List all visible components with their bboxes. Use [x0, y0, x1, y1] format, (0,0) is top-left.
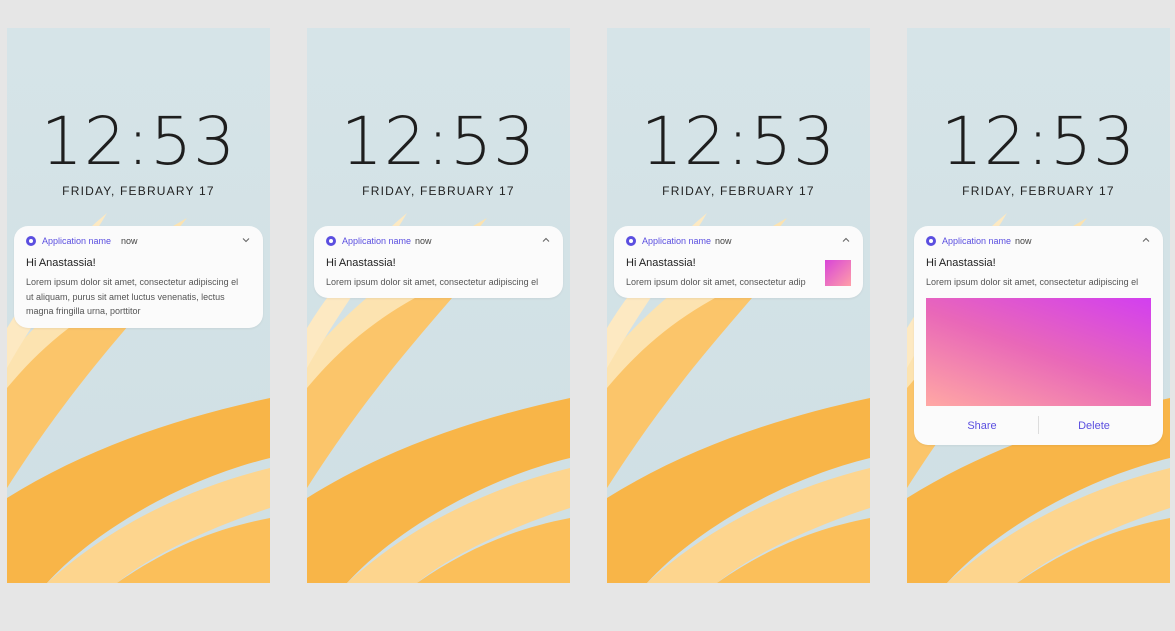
notification-header: Application name now — [314, 226, 563, 254]
notification-header: Application name now — [914, 226, 1163, 254]
share-button[interactable]: Share — [932, 420, 1032, 432]
chevron-up-icon[interactable] — [1141, 235, 1151, 245]
notification-body-line: magna fringilla urna, porttitor — [26, 306, 141, 316]
lock-screen-1: 12:53 FRIDAY, FEBRUARY 17 Application na… — [7, 28, 270, 583]
notification-time: now — [715, 236, 732, 246]
notification-body: Lorem ipsum dolor sit amet, consectetur … — [626, 277, 806, 287]
app-icon — [326, 236, 336, 246]
notification-body: Lorem ipsum dolor sit amet, consectetur … — [926, 277, 1139, 287]
clock-time: 12:53 — [940, 103, 1137, 180]
notification-image — [926, 298, 1151, 406]
notification-body-line: ut aliquam, purus sit amet luctus venena… — [26, 291, 225, 302]
notification-card[interactable]: Application name now Hi Anastassia! Lore… — [614, 226, 863, 298]
notification-header: Application name now — [614, 226, 863, 254]
app-name: Application name — [642, 236, 712, 246]
chevron-down-icon[interactable] — [241, 235, 251, 245]
notification-card[interactable]: Application name now Hi Anastassia! Lore… — [14, 226, 263, 328]
notification-card[interactable]: Application name now Hi Anastassia! Lore… — [314, 226, 563, 298]
notification-time: now — [1015, 236, 1032, 246]
clock-time: 12:53 — [640, 103, 837, 180]
clock-date: FRIDAY, FEBRUARY 17 — [662, 184, 815, 198]
lock-screen-4: 12:53 FRIDAY, FEBRUARY 17 Application na… — [907, 28, 1170, 583]
notification-title: Hi Anastassia! — [326, 257, 396, 269]
clock-date: FRIDAY, FEBRUARY 17 — [62, 184, 215, 198]
app-name: Application name — [42, 236, 112, 246]
notification-body-line: Lorem ipsum dolor sit amet, consectetur … — [26, 277, 239, 287]
lock-screen-3: 12:53 FRIDAY, FEBRUARY 17 Application na… — [607, 28, 870, 583]
app-icon — [626, 236, 636, 246]
lock-screen-2: 12:53 FRIDAY, FEBRUARY 17 Application na… — [307, 28, 570, 583]
notification-body: Lorem ipsum dolor sit amet, consectetur … — [326, 277, 539, 287]
chevron-up-icon[interactable] — [841, 235, 851, 245]
app-icon — [926, 236, 936, 246]
action-divider — [1038, 416, 1039, 434]
app-name: Application name — [942, 236, 1012, 246]
clock-time: 12:53 — [340, 103, 537, 180]
notification-title: Hi Anastassia! — [626, 257, 696, 269]
chevron-up-icon[interactable] — [541, 235, 551, 245]
notification-time: now — [415, 236, 432, 246]
notification-body: Lorem ipsum dolor sit amet, consectetur … — [26, 275, 254, 319]
notification-header: Application name now — [14, 226, 263, 254]
notification-time: now — [121, 236, 138, 246]
clock-date: FRIDAY, FEBRUARY 17 — [962, 184, 1115, 198]
app-icon — [26, 236, 36, 246]
notification-actions: Share Delete — [914, 414, 1163, 440]
notification-thumbnail — [825, 260, 851, 286]
delete-button[interactable]: Delete — [1044, 420, 1144, 432]
notification-card[interactable]: Application name now Hi Anastassia! Lore… — [914, 226, 1163, 445]
notification-title: Hi Anastassia! — [926, 257, 996, 269]
app-name: Application name — [342, 236, 412, 246]
notification-title: Hi Anastassia! — [26, 257, 96, 269]
clock-time: 12:53 — [40, 103, 237, 180]
clock-date: FRIDAY, FEBRUARY 17 — [362, 184, 515, 198]
